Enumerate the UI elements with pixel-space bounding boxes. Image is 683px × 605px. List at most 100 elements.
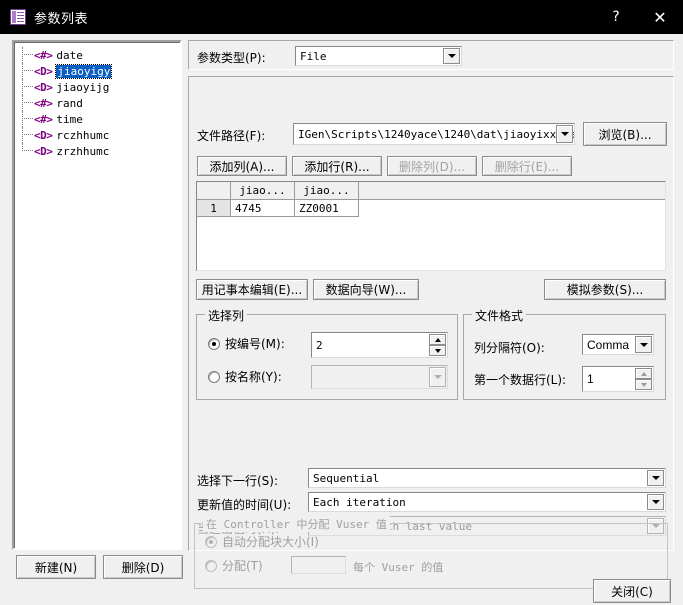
grid-row-number[interactable]: 1 [197, 200, 231, 217]
number-param-icon: <#> [34, 48, 53, 62]
spinner-down-icon[interactable] [635, 379, 652, 390]
chevron-down-icon[interactable] [443, 48, 460, 64]
tree-item[interactable]: <D> jiaoyijg [20, 79, 180, 95]
next-row-value: Sequential [313, 471, 380, 485]
first-data-row-stepper[interactable]: 1 [582, 366, 654, 392]
select-column-group-title: 选择列 [205, 307, 248, 324]
delete-parameter-button[interactable]: 删除(D) [103, 555, 183, 579]
tree-item[interactable]: <#> time [20, 111, 180, 127]
file-format-group: 文件格式 列分隔符(O): Comma 第一个数据行(L): 1 [463, 307, 666, 400]
allocate-values-label: 分配(T) [222, 559, 263, 573]
notepad-edit-button[interactable]: 用记事本编辑(E)... [196, 279, 308, 300]
parameter-type-panel: 参数类型(P): File [188, 40, 674, 70]
tree-item[interactable]: <#> rand [20, 95, 180, 111]
file-param-icon: <D> [34, 128, 53, 142]
tree-item[interactable]: <D> rczhhumc [20, 127, 180, 143]
tree-item[interactable]: <D> jiaoyigy [20, 63, 180, 79]
parameter-data-grid[interactable]: jiao... jiao... 1 4745 ZZ0001 [196, 181, 666, 271]
select-column-group: 选择列 按编号(M): 2 按名称(Y): [196, 307, 458, 400]
tree-item[interactable]: <D> zrzhhumc [20, 143, 180, 159]
next-row-label: 选择下一行(S): [197, 474, 279, 488]
column-number-value: 2 [316, 338, 323, 352]
column-delimiter-value: Comma [587, 337, 630, 352]
select-by-number-label: 按编号(M): [225, 337, 285, 351]
chevron-down-icon[interactable] [647, 494, 664, 510]
parameter-list-icon [10, 9, 26, 25]
delete-row-button: 删除行(E)... [482, 156, 572, 176]
update-value-combo[interactable]: Each iteration [308, 492, 666, 512]
spinner-buttons[interactable] [635, 368, 652, 390]
tree-item[interactable]: <#> date [20, 47, 180, 63]
column-delimiter-combo[interactable]: Comma [582, 334, 654, 355]
radio-dot-icon [205, 535, 217, 548]
select-by-number-radio[interactable]: 按编号(M): [208, 335, 285, 352]
close-button[interactable]: 关闭(C) [593, 579, 671, 603]
radio-dot-icon [208, 337, 220, 350]
tree-item-label: rczhhumc [56, 128, 110, 142]
chevron-down-icon[interactable] [635, 336, 652, 353]
grid-header-row: jiao... jiao... [197, 182, 665, 200]
parameter-tree[interactable]: <#> date <D> jiaoyigy <D> jiaoyijg <#> r… [12, 40, 182, 550]
update-value-label: 更新值的时间(U): [197, 498, 292, 512]
data-wizard-button[interactable]: 数据向导(W)... [313, 279, 419, 300]
number-param-icon: <#> [34, 112, 53, 126]
tree-item-label: time [56, 112, 83, 126]
file-param-icon: <D> [34, 64, 53, 78]
browse-button[interactable]: 浏览(B)... [583, 122, 667, 146]
table-row[interactable]: 1 4745 ZZ0001 [197, 200, 665, 217]
radio-dot-icon [205, 559, 217, 572]
column-name-combo [311, 365, 448, 389]
window-title: 参数列表 [34, 11, 89, 27]
number-param-icon: <#> [34, 96, 53, 110]
file-param-icon: <D> [34, 144, 53, 158]
first-data-row-value: 1 [587, 372, 594, 386]
next-row-combo[interactable]: Sequential [308, 468, 666, 488]
chevron-down-icon[interactable] [647, 470, 664, 486]
controller-allocation-group-title: 在 Controller 中分配 Vuser 值 [203, 516, 390, 532]
file-path-label: 文件路径(F): [197, 129, 266, 143]
file-param-icon: <D> [34, 80, 53, 94]
tree-item-label: jiaoyijg [56, 80, 110, 94]
tree-item-label: rand [56, 96, 83, 110]
parameter-details-panel: 文件路径(F): IGen\Scripts\1240yace\1240\dat\… [188, 76, 674, 551]
update-value-value: Each iteration [313, 495, 406, 509]
file-path-combo[interactable]: IGen\Scripts\1240yace\1240\dat\jiaoyixx.… [293, 123, 575, 145]
new-parameter-button[interactable]: 新建(N) [16, 555, 96, 579]
radio-dot-icon [208, 370, 220, 383]
parameter-type-combo[interactable]: File [295, 46, 462, 66]
select-by-name-radio[interactable]: 按名称(Y): [208, 368, 282, 385]
spinner-up-icon[interactable] [635, 368, 652, 379]
title-bar-buttons: ? ✕ [595, 0, 683, 34]
spinner-up-icon[interactable] [429, 334, 446, 345]
allocate-values-suffix: 每个 Vuser 的值 [353, 561, 444, 574]
column-number-stepper[interactable]: 2 [311, 332, 448, 358]
first-data-row-label: 第一个数据行(L): [474, 373, 567, 387]
auto-block-size-radio: 自动分配块大小(I) [205, 533, 319, 550]
select-by-name-label: 按名称(Y): [225, 370, 282, 384]
grid-column-header[interactable]: jiao... [231, 182, 295, 199]
file-path-value: IGen\Scripts\1240yace\1240\dat\jiaoyixx.… [298, 127, 575, 141]
grid-cell-filler [359, 200, 665, 217]
add-row-button[interactable]: 添加行(R)... [292, 156, 382, 176]
parameter-type-value: File [300, 49, 327, 63]
add-column-button[interactable]: 添加列(A)... [197, 156, 287, 176]
tree-item-label: jiaoyigy [55, 63, 113, 79]
grid-column-header-filler [359, 182, 665, 199]
delete-column-button: 删除列(D)... [387, 156, 477, 176]
grid-cell[interactable]: 4745 [231, 200, 295, 217]
spinner-down-icon[interactable] [429, 345, 446, 356]
parameter-type-label: 参数类型(P): [197, 51, 266, 65]
chevron-down-icon[interactable] [556, 125, 573, 143]
parameter-list-dialog: 参数列表 ? ✕ <#> date <D> jiaoyigy <D> jiaoy… [0, 0, 683, 605]
dialog-client-area: <#> date <D> jiaoyigy <D> jiaoyijg <#> r… [0, 34, 683, 605]
spinner-buttons[interactable] [429, 334, 446, 356]
grid-cell[interactable]: ZZ0001 [295, 200, 359, 217]
allocate-values-input [291, 556, 346, 574]
simulate-parameters-button[interactable]: 模拟参数(S)... [544, 279, 666, 300]
allocate-values-radio: 分配(T) [205, 557, 263, 574]
help-icon[interactable]: ? [595, 0, 637, 34]
grid-column-header[interactable]: jiao... [295, 182, 359, 199]
grid-corner-cell [197, 182, 231, 199]
auto-block-size-label: 自动分配块大小(I) [222, 535, 319, 549]
close-icon[interactable]: ✕ [637, 0, 683, 34]
